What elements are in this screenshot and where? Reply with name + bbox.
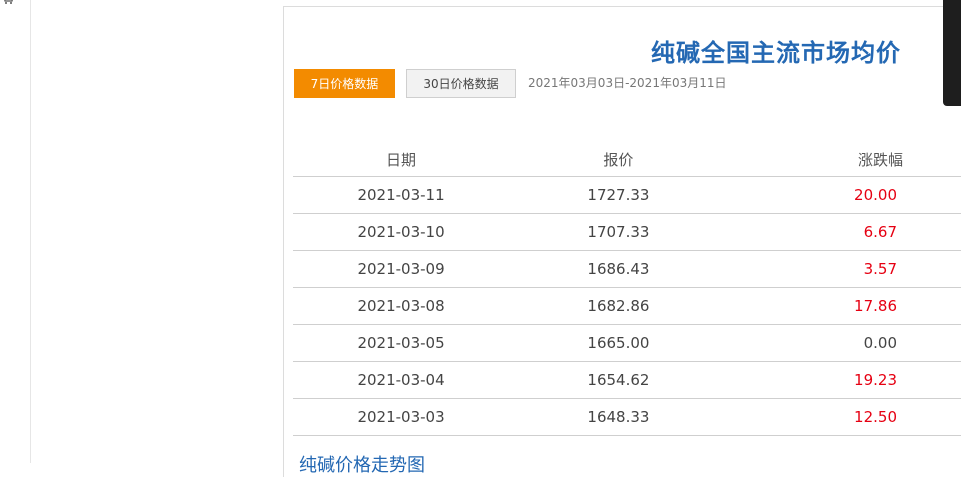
- price-table: 日期 报价 涨跌幅 2021-03-11 1727.33 20.00 2021-…: [293, 142, 961, 436]
- table-row: 2021-03-05 1665.00 0.00: [293, 324, 961, 362]
- cell-change: 0.00: [727, 324, 961, 362]
- cell-price: 1665.00: [509, 324, 728, 362]
- header-date: 日期: [293, 142, 510, 177]
- cell-change: 12.50: [727, 398, 961, 436]
- cell-price: 1682.86: [509, 287, 728, 325]
- date-range: 2021年03月03日-2021年03月11日: [528, 76, 727, 90]
- cell-change: 17.86: [727, 287, 961, 325]
- cell-price: 1727.33: [509, 176, 728, 214]
- table-row: 2021-03-03 1648.33 12.50: [293, 398, 961, 436]
- cell-price: 1654.62: [509, 361, 728, 399]
- header-change: 涨跌幅: [727, 142, 961, 177]
- tab-30-day-data[interactable]: 30日价格数据: [406, 69, 516, 98]
- cell-price: 1686.43: [509, 250, 728, 288]
- shopping-cart-icon[interactable]: [2, 0, 18, 6]
- left-rail: [0, 0, 31, 463]
- header-price: 报价: [509, 142, 728, 177]
- cell-change: 6.67: [727, 213, 961, 251]
- cell-date: 2021-03-09: [293, 250, 510, 288]
- cell-change: 19.23: [727, 361, 961, 399]
- table-row: 2021-03-11 1727.33 20.00: [293, 176, 961, 214]
- tab-7-day-data[interactable]: 7日价格数据: [294, 69, 395, 98]
- page-title: 纯碱全国主流市场均价: [651, 39, 901, 67]
- cell-date: 2021-03-05: [293, 324, 510, 362]
- cell-date: 2021-03-10: [293, 213, 510, 251]
- table-header-row: 日期 报价 涨跌幅: [293, 142, 961, 177]
- price-panel: 纯碱全国主流市场均价 7日价格数据 30日价格数据 2021年03月03日-20…: [283, 6, 961, 477]
- floating-side-panel[interactable]: [943, 0, 961, 106]
- cell-change: 20.00: [727, 176, 961, 214]
- table-row: 2021-03-08 1682.86 17.86: [293, 287, 961, 325]
- cell-date: 2021-03-04: [293, 361, 510, 399]
- cell-price: 1648.33: [509, 398, 728, 436]
- cell-date: 2021-03-03: [293, 398, 510, 436]
- cell-price: 1707.33: [509, 213, 728, 251]
- cell-date: 2021-03-08: [293, 287, 510, 325]
- cell-date: 2021-03-11: [293, 176, 510, 214]
- table-row: 2021-03-09 1686.43 3.57: [293, 250, 961, 288]
- table-row: 2021-03-04 1654.62 19.23: [293, 361, 961, 399]
- price-trend-chart-link[interactable]: 纯碱价格走势图: [299, 451, 425, 477]
- table-row: 2021-03-10 1707.33 6.67: [293, 213, 961, 251]
- cell-change: 3.57: [727, 250, 961, 288]
